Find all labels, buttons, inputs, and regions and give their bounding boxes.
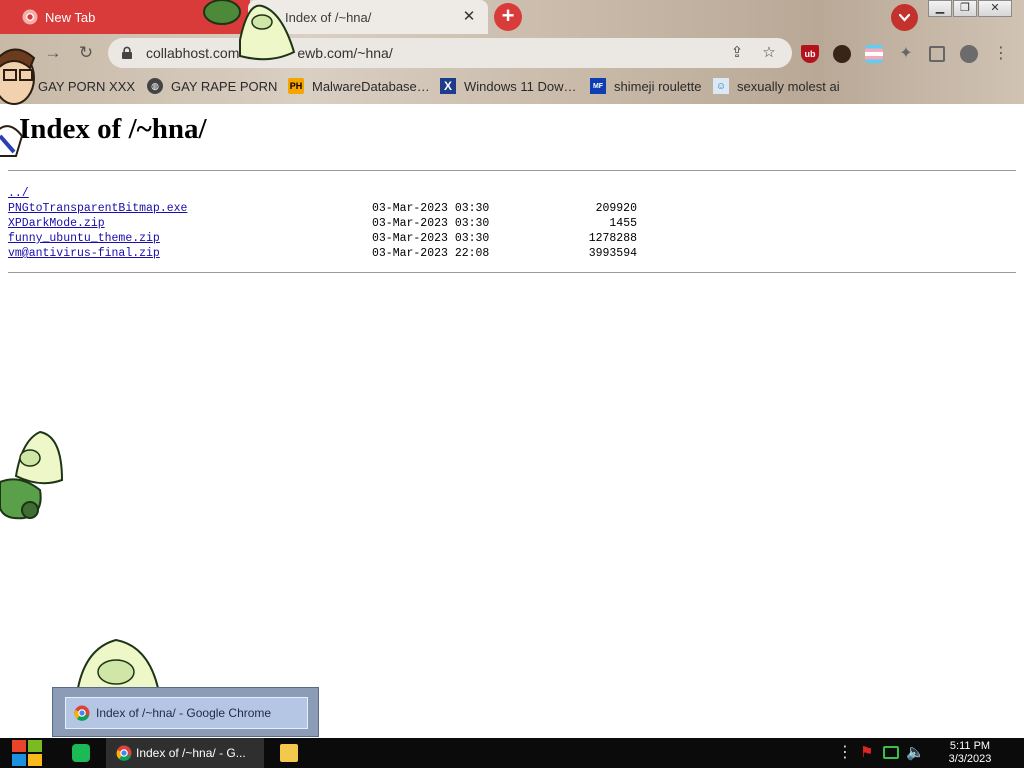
extension-avatar-icon[interactable]: [833, 45, 851, 63]
page-title: Index of /~hna/: [19, 113, 207, 145]
side-panel-icon[interactable]: [929, 46, 945, 62]
x-icon: X: [440, 78, 456, 94]
file-listing: ../ PNGtoTransparentBitmap.exe 03-Mar-20…: [8, 186, 648, 261]
forward-button[interactable]: →: [40, 40, 66, 66]
ph-icon: PH: [288, 78, 304, 94]
tab-search-button[interactable]: [891, 4, 918, 31]
cartoon-man-sprite: [0, 48, 36, 157]
file-size: 209920: [595, 202, 637, 215]
bookmark-item[interactable]: MF shimeji roulette: [590, 76, 701, 96]
bookmark-label: GAY PORN XXX: [38, 78, 136, 94]
windows-logo-icon: [12, 740, 42, 766]
taskbar-chrome-label: Index of /~hna/ - G...: [136, 746, 246, 760]
minimize-button[interactable]: ▁: [928, 0, 952, 17]
file-date: 03-Mar-2023 03:30: [372, 217, 490, 230]
tab-label: New Tab: [45, 9, 96, 25]
mf-icon: MF: [590, 78, 606, 94]
new-tab-button[interactable]: +: [494, 3, 522, 31]
bookmark-label: sexually molest ai: [737, 78, 840, 94]
bookmark-label: Windows 11 Dow…: [464, 78, 577, 94]
reload-button[interactable]: ↻: [73, 40, 99, 66]
globe-icon: ◍: [147, 78, 163, 94]
file-link[interactable]: funny_ubuntu_theme.zip: [8, 231, 160, 246]
flag-extension-icon[interactable]: [865, 45, 883, 63]
close-window-button[interactable]: ✕: [978, 0, 1012, 17]
file-size: 3993594: [588, 247, 637, 260]
tray-overflow-icon[interactable]: ⋮: [836, 744, 854, 762]
restore-button[interactable]: ❐: [953, 0, 977, 17]
bookmark-label: MalwareDatabase…: [312, 78, 430, 94]
profile-icon[interactable]: [960, 45, 978, 63]
bookmark-label: shimeji roulette: [614, 78, 702, 94]
browser-frame: New Tab Index of /~hna/ ✕ + ▁ ❐ ✕ → ↻ co…: [0, 0, 1024, 104]
file-size: 1278288: [588, 232, 637, 245]
action-center-flag-icon[interactable]: ⚑: [860, 744, 878, 762]
clock-date: 3/3/2023: [948, 753, 992, 765]
file-size: 1455: [609, 217, 637, 230]
kebab-menu-icon[interactable]: ⋮: [992, 45, 1010, 63]
divider: [8, 272, 1016, 273]
taskbar-window-preview: Index of /~hna/ - Google Chrome: [52, 687, 319, 737]
peridot-sprite: [0, 430, 64, 520]
volume-icon[interactable]: 🔈: [906, 744, 925, 762]
spotify-taskbar-icon[interactable]: [72, 744, 90, 762]
file-explorer-icon[interactable]: [280, 744, 298, 762]
system-clock[interactable]: 5:11 PM 3/3/2023: [940, 740, 1000, 766]
url-path: ewb.com/~hna/: [297, 45, 393, 61]
file-date: 03-Mar-2023 03:30: [372, 232, 490, 245]
list-item: funny_ubuntu_theme.zip 03-Mar-2023 03:30…: [8, 231, 648, 246]
bookmark-star-icon[interactable]: ☆: [760, 44, 778, 62]
peridot-sprite: [203, 0, 296, 61]
window-preview-label: Index of /~hna/ - Google Chrome: [96, 706, 272, 720]
bookmark-label: GAY RAPE PORN: [171, 78, 278, 94]
taskbar: Index of /~hna/ - G... ⋮ ⚑ 🔈 5:11 PM 3/3…: [0, 738, 1024, 768]
start-button[interactable]: [10, 738, 44, 768]
chrome-icon: [74, 705, 90, 721]
list-item: vm@antivirus-final.zip 03-Mar-2023 22:08…: [8, 246, 648, 261]
parent-directory-link[interactable]: ../: [8, 186, 29, 201]
file-link[interactable]: vm@antivirus-final.zip: [8, 246, 160, 261]
list-item: PNGtoTransparentBitmap.exe 03-Mar-2023 0…: [8, 201, 648, 216]
bookmark-item[interactable]: X Windows 11 Dow…: [440, 76, 576, 96]
chrome-icon: [116, 745, 132, 761]
file-date: 03-Mar-2023 22:08: [372, 247, 490, 260]
list-item: XPDarkMode.zip 03-Mar-2023 03:30 1455: [8, 216, 648, 231]
file-link[interactable]: XPDarkMode.zip: [8, 216, 105, 231]
clock-time: 5:11 PM: [949, 740, 991, 752]
peridot-sprite: [76, 638, 160, 689]
list-item-parent: ../: [8, 186, 648, 201]
divider: [8, 170, 1016, 171]
bookmark-item[interactable]: GAY PORN XXX: [38, 76, 135, 96]
window-preview-item[interactable]: Index of /~hna/ - Google Chrome: [65, 697, 308, 729]
bookmark-item[interactable]: ◍ GAY RAPE PORN: [147, 76, 277, 96]
file-link[interactable]: PNGtoTransparentBitmap.exe: [8, 201, 187, 216]
taskbar-chrome-button[interactable]: Index of /~hna/ - G...: [106, 738, 264, 768]
tab-strip: New Tab Index of /~hna/ ✕ + ▁ ❐ ✕: [0, 0, 1024, 34]
share-icon[interactable]: ⇪: [728, 44, 746, 62]
lock-icon: [120, 46, 134, 60]
bookmark-item[interactable]: PH MalwareDatabase…: [288, 76, 430, 96]
close-tab-icon[interactable]: ✕: [460, 8, 478, 26]
ublock-icon[interactable]: ub: [801, 45, 819, 63]
file-date: 03-Mar-2023 03:30: [372, 202, 490, 215]
bookmarks-bar: GAY PORN XXX ◍ GAY RAPE PORN PH MalwareD…: [0, 72, 1024, 100]
network-icon[interactable]: [883, 746, 899, 759]
bot-icon: ☺: [713, 78, 729, 94]
chevron-down-icon: [898, 13, 911, 22]
bookmark-item[interactable]: ☺ sexually molest ai: [713, 76, 840, 96]
chrome-icon: [22, 9, 38, 25]
extensions-puzzle-icon[interactable]: ✦: [897, 45, 915, 63]
